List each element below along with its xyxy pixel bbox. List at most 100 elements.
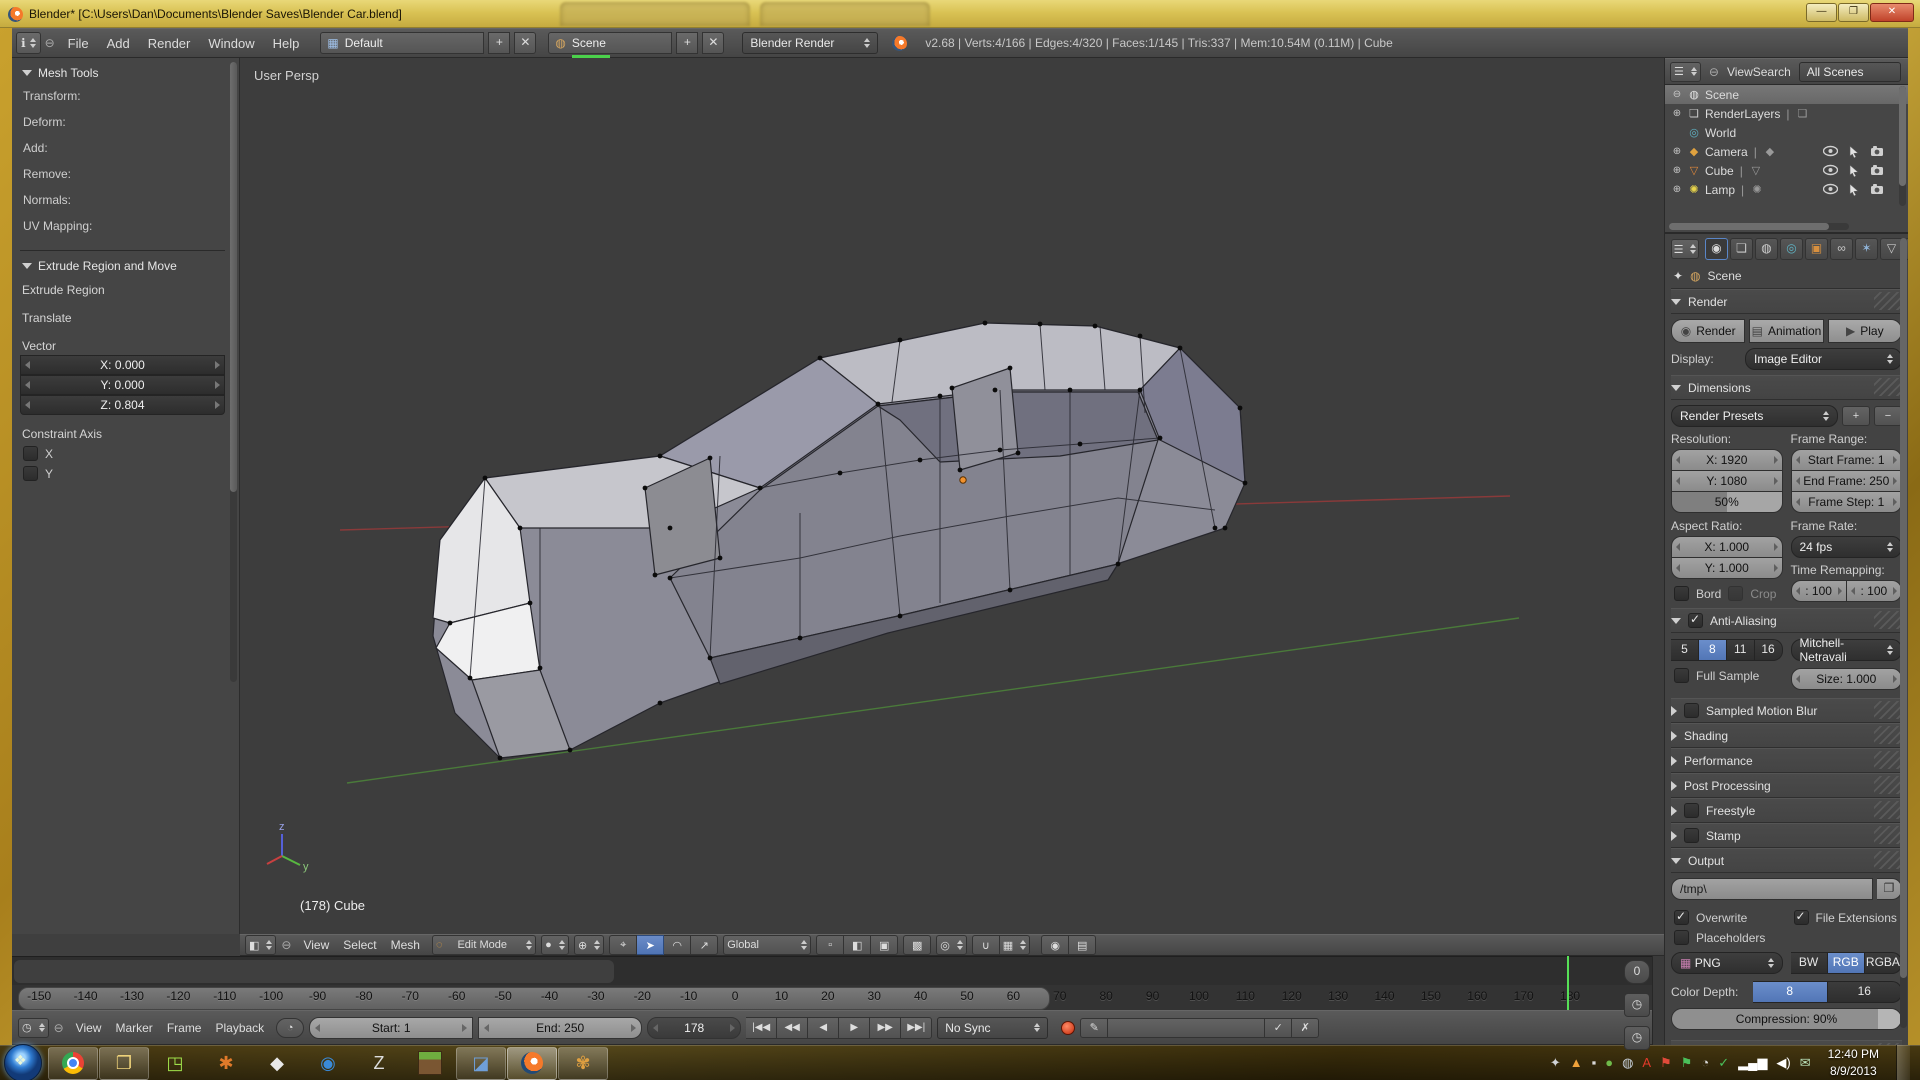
sync-mode-selector[interactable]: No Sync — [937, 1017, 1048, 1039]
overwrite-checkbox[interactable] — [1674, 910, 1689, 925]
panel-drag-hatch[interactable] — [1874, 751, 1900, 769]
collapse-menus-icon[interactable]: ⊖ — [54, 1021, 64, 1035]
panel-drag-hatch[interactable] — [1874, 292, 1900, 310]
expand-toggle-icon[interactable]: ⊕ — [1671, 165, 1683, 176]
aa-size-field[interactable]: Size: 1.000 — [1791, 668, 1903, 690]
add-layout-button[interactable]: + — [488, 32, 510, 54]
delete-layout-button[interactable]: ✕ — [514, 32, 536, 54]
output-path-field[interactable]: /tmp\ — [1671, 878, 1873, 900]
tray-icon[interactable]: ◍ — [1622, 1056, 1633, 1069]
editor-type-button[interactable]: ☰ — [1670, 62, 1701, 82]
timeline-menu-item[interactable]: Frame — [160, 1019, 209, 1037]
delete-scene-button[interactable]: ✕ — [702, 32, 724, 54]
panel-drag-hatch[interactable] — [1874, 851, 1900, 869]
panel-drag-hatch[interactable] — [1874, 726, 1900, 744]
channel-option[interactable]: RGBA — [1865, 952, 1902, 974]
editor-type-button[interactable]: ℹ — [16, 32, 41, 54]
resolution-x-field[interactable]: X: 1920 — [1671, 449, 1783, 470]
border-checkbox[interactable] — [1674, 586, 1689, 601]
play-button[interactable]: ▶Play — [1828, 319, 1902, 343]
decrement-arrow-icon[interactable] — [25, 401, 30, 409]
start-button[interactable] — [4, 1044, 42, 1080]
tray-icon[interactable]: ✦ — [1550, 1056, 1561, 1069]
section-checkbox[interactable] — [1684, 703, 1699, 718]
start-frame-field[interactable]: Start Frame: 1 — [1791, 449, 1903, 470]
depth-option[interactable]: 16 — [1828, 981, 1903, 1003]
viewport-menu-item[interactable]: Mesh — [384, 936, 427, 954]
taskbar-app-icon[interactable] — [405, 1047, 455, 1080]
outliner-item-label[interactable]: Lamp — [1705, 183, 1735, 197]
antialiasing-checkbox[interactable] — [1688, 613, 1703, 628]
playback-button[interactable]: ▶▶ — [870, 1017, 901, 1039]
playback-button[interactable]: ◀◀ — [777, 1017, 808, 1039]
tray-icon[interactable]: ▂▄▆ — [1738, 1056, 1767, 1069]
start-frame-field[interactable]: Start: 1 — [309, 1017, 473, 1039]
timeline-canvas[interactable] — [12, 956, 1652, 986]
outliner-item-label[interactable]: Cube — [1705, 164, 1734, 178]
editor-type-button[interactable]: ◷ — [18, 1018, 49, 1038]
rotate-manipulator-icon[interactable]: ◠ — [664, 935, 691, 955]
render-presets-selector[interactable]: Render Presets — [1671, 405, 1838, 427]
render-engine-selector[interactable]: Blender Render — [742, 32, 878, 54]
properties-tab[interactable]: ▣ — [1805, 238, 1828, 260]
outliner-row[interactable]: ⊕ ✺ Lamp | ✺ — [1665, 180, 1908, 199]
display-mode-selector[interactable]: Image Editor — [1745, 348, 1902, 370]
keying-set-field[interactable] — [1108, 1018, 1265, 1038]
playback-button[interactable]: ▶ — [839, 1017, 870, 1039]
outliner-horizontal-scrollbar[interactable] — [1669, 223, 1849, 230]
collapsed-section-header[interactable]: Freestyle — [1671, 798, 1902, 823]
tray-icon[interactable]: ✓ — [1718, 1056, 1729, 1069]
properties-tab[interactable]: ∞ — [1830, 238, 1853, 260]
tray-icon[interactable]: ◀) — [1776, 1056, 1790, 1069]
add-scene-button[interactable]: + — [676, 32, 698, 54]
pin-icon[interactable]: ✦ — [1673, 269, 1683, 283]
close-button[interactable]: ✕ — [1870, 3, 1914, 22]
translate-manipulator-icon[interactable]: ➤ — [637, 935, 664, 955]
collapsed-section-header[interactable]: Shading — [1671, 723, 1902, 748]
menu-item[interactable]: Help — [264, 33, 309, 54]
render-animation-icon[interactable]: ▤ — [1069, 935, 1096, 955]
properties-tab[interactable]: ✶ — [1855, 238, 1878, 260]
selectability-cursor-icon[interactable] — [1848, 164, 1860, 177]
taskbar-app-icon[interactable]: ❐ — [99, 1047, 149, 1080]
delete-keyframe-icon[interactable]: ✗ — [1292, 1018, 1319, 1038]
panel-drag-hatch[interactable] — [1874, 701, 1900, 719]
panel-drag-hatch[interactable] — [1874, 801, 1900, 819]
renderability-camera-icon[interactable] — [1870, 183, 1884, 195]
taskbar-app-icon[interactable]: ✾ — [558, 1047, 608, 1080]
display-filter-selector[interactable]: All Scenes — [1799, 62, 1901, 82]
remap-old-field[interactable]: : 100 — [1791, 580, 1847, 602]
file-format-selector[interactable]: ▦ PNG — [1671, 952, 1783, 974]
properties-tab[interactable]: ◉ — [1705, 238, 1728, 260]
insert-keyframe-icon[interactable]: ✓ — [1265, 1018, 1292, 1038]
collapse-menus-icon[interactable]: ⊖ — [1709, 65, 1719, 79]
render-button[interactable]: ◉Render — [1671, 319, 1745, 343]
aspect-y-field[interactable]: Y: 1.000 — [1671, 557, 1783, 579]
record-button[interactable] — [1061, 1021, 1075, 1035]
use-preview-range-icon[interactable]: ◔ — [276, 1018, 304, 1038]
viewport-3d[interactable]: z y User Persp (178) Cube — [240, 58, 1664, 934]
visibility-eye-icon[interactable] — [1823, 145, 1838, 157]
mode-selector[interactable]: ◌Edit Mode — [432, 935, 536, 955]
animation-button[interactable]: ▤Animation — [1749, 319, 1823, 343]
outliner-item-label[interactable]: Camera — [1705, 145, 1748, 159]
taskbar-app-icon[interactable] — [48, 1047, 98, 1080]
expand-toggle-icon[interactable]: ⊕ — [1671, 146, 1683, 157]
vector-number-field[interactable]: Y: 0.000 — [20, 375, 225, 395]
outliner-menu-item[interactable]: View — [1727, 65, 1753, 79]
render-section-header[interactable]: Render — [1671, 289, 1902, 314]
playback-button[interactable]: |◀◀ — [746, 1017, 777, 1039]
expand-toggle-icon[interactable]: ⊕ — [1671, 108, 1683, 119]
menu-item[interactable]: Add — [98, 33, 139, 54]
increment-arrow-icon[interactable] — [215, 361, 220, 369]
panel-drag-hatch[interactable] — [1874, 826, 1900, 844]
tray-icon[interactable]: ▲ — [1570, 1056, 1583, 1069]
properties-tab[interactable]: ◍ — [1755, 238, 1778, 260]
resolution-y-field[interactable]: Y: 1080 — [1671, 470, 1783, 491]
compression-slider[interactable]: Compression: 90% — [1671, 1008, 1902, 1030]
scale-manipulator-icon[interactable]: ↗ — [691, 935, 718, 955]
add-preset-button[interactable]: + — [1842, 406, 1870, 426]
renderability-camera-icon[interactable] — [1870, 145, 1884, 157]
screen-layout-selector[interactable]: ▦Default — [320, 32, 484, 54]
selectability-cursor-icon[interactable] — [1848, 145, 1860, 158]
